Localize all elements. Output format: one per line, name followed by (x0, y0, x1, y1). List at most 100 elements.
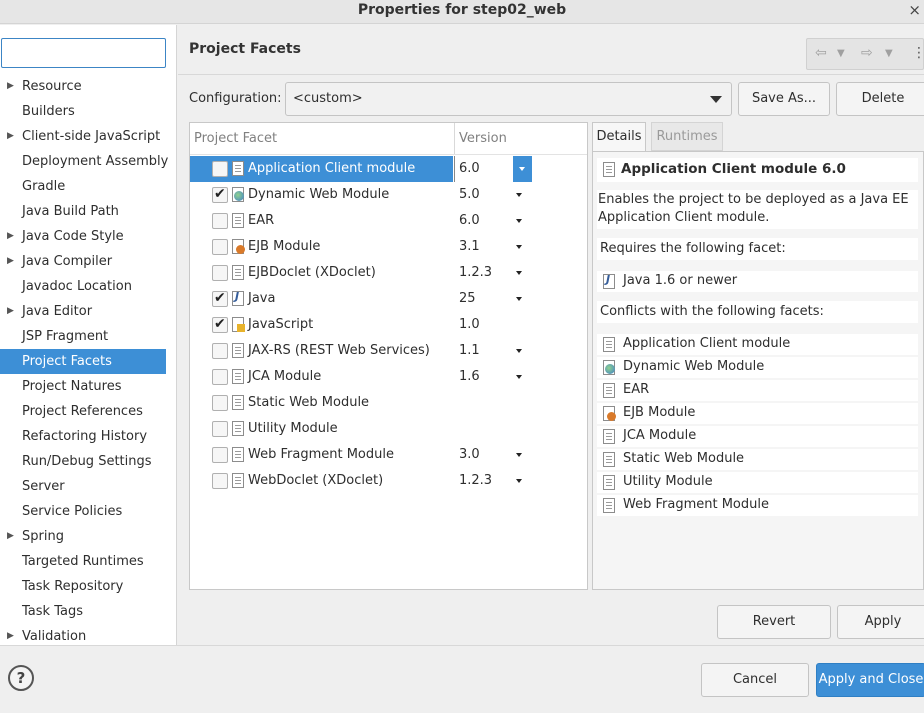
sidebar-item[interactable]: ▶ Client-side JavaScript (0, 124, 166, 149)
facet-checkbox[interactable] (212, 395, 228, 411)
configuration-select[interactable]: <custom> (285, 82, 732, 116)
sidebar-item[interactable]: Deployment Assembly (0, 149, 168, 174)
table-row[interactable]: WebDoclet (XDoclet) 1.2.3 (190, 468, 587, 494)
sidebar-item[interactable]: Task Tags (0, 599, 166, 624)
sidebar-item[interactable]: Run/Debug Settings (0, 449, 166, 474)
table-row[interactable]: EJBDoclet (XDoclet) 1.2.3 (190, 260, 587, 286)
dropdown-arrow-icon[interactable] (516, 271, 522, 275)
facet-version[interactable]: 5.0 (459, 182, 480, 208)
dropdown-arrow-icon[interactable] (516, 349, 522, 353)
apply-button[interactable]: Apply (837, 605, 924, 639)
sidebar-item[interactable]: ▶ Java Code Style (0, 224, 166, 249)
facet-version[interactable]: 1.2.3 (459, 468, 492, 494)
facet-checkbox[interactable] (212, 239, 228, 255)
facet-version: 1.0 (459, 317, 480, 332)
facet-checkbox[interactable] (212, 473, 228, 489)
page-icon (603, 383, 615, 398)
facet-version[interactable]: 3.1 (459, 234, 480, 260)
sidebar-item[interactable]: Project References (0, 399, 166, 424)
sidebar-item[interactable]: Task Repository (0, 574, 166, 599)
dropdown-arrow-icon[interactable] (516, 193, 522, 197)
sidebar-item[interactable]: Refactoring History (0, 424, 166, 449)
chevron-right-icon[interactable]: ▶ (7, 224, 14, 249)
view-menu-icon[interactable]: ⋮ (912, 45, 924, 61)
back-dropdown-icon[interactable]: ▼ (837, 48, 845, 59)
sidebar-item[interactable]: Builders (0, 99, 166, 124)
detail-list-label: Dynamic Web Module (623, 359, 765, 374)
dropdown-arrow-icon[interactable] (516, 453, 522, 457)
dropdown-arrow-icon[interactable] (516, 219, 522, 223)
facet-version[interactable]: 6.0 (459, 208, 480, 234)
sidebar-item[interactable]: Gradle (0, 174, 166, 199)
sidebar-item[interactable]: Project Facets (0, 349, 166, 374)
sidebar-item[interactable]: ▶ Spring (0, 524, 166, 549)
facet-checkbox[interactable] (212, 161, 228, 177)
sidebar-item[interactable]: ▶ Resource (0, 74, 166, 99)
chevron-right-icon[interactable]: ▶ (7, 124, 14, 149)
facet-version[interactable]: 3.0 (459, 442, 480, 468)
facet-checkbox[interactable] (212, 186, 228, 203)
back-arrow-icon[interactable]: ⇦ (815, 45, 827, 61)
table-row[interactable]: EJB Module 3.1 (190, 234, 587, 260)
delete-button[interactable]: Delete (836, 82, 924, 116)
facet-version[interactable]: 1.1 (459, 338, 480, 364)
table-row[interactable]: Java 25 (190, 286, 587, 312)
dropdown-arrow-icon[interactable] (516, 375, 522, 379)
page-icon (603, 498, 615, 513)
table-row[interactable]: JCA Module 1.6 (190, 364, 587, 390)
revert-button[interactable]: Revert (717, 605, 831, 639)
table-row[interactable]: EAR 6.0 (190, 208, 587, 234)
table-row[interactable]: Static Web Module (190, 390, 587, 416)
tab-runtimes[interactable]: Runtimes (651, 122, 723, 151)
table-row[interactable]: Web Fragment Module 3.0 (190, 442, 587, 468)
column-header-facet[interactable]: Project Facet (190, 123, 454, 154)
facet-version[interactable]: 6.0 (459, 156, 480, 182)
details-description-line2: Application Client module. (598, 210, 770, 225)
facet-checkbox[interactable] (212, 265, 228, 281)
table-row[interactable]: JavaScript 1.0 (190, 312, 587, 338)
sidebar-item[interactable]: Project Natures (0, 374, 166, 399)
chevron-right-icon[interactable]: ▶ (7, 74, 14, 99)
facet-checkbox[interactable] (212, 213, 228, 229)
forward-dropdown-icon[interactable]: ▼ (885, 48, 893, 59)
chevron-right-icon[interactable]: ▶ (7, 249, 14, 274)
sidebar-item[interactable]: Targeted Runtimes (0, 549, 166, 574)
facet-version[interactable]: 1.2.3 (459, 260, 492, 286)
facet-checkbox[interactable] (212, 421, 228, 437)
column-header-version[interactable]: Version (455, 123, 587, 154)
save-as-button[interactable]: Save As... (738, 82, 830, 116)
version-dropdown-button[interactable] (513, 156, 532, 182)
dropdown-arrow-icon[interactable] (516, 479, 522, 483)
facet-checkbox[interactable] (212, 369, 228, 385)
sidebar-item[interactable]: Javadoc Location (0, 274, 166, 299)
close-icon[interactable]: × (908, 1, 921, 19)
chevron-right-icon[interactable]: ▶ (7, 299, 14, 324)
sidebar-item[interactable]: Server (0, 474, 166, 499)
tab-details[interactable]: Details (592, 122, 646, 151)
details-pane: Application Client module 6.0 Enables th… (592, 151, 924, 590)
apply-and-close-button[interactable]: Apply and Close (816, 663, 924, 697)
facet-version[interactable]: 25 (459, 286, 476, 312)
facet-checkbox[interactable] (212, 290, 228, 307)
sidebar-item[interactable]: ▶ Java Editor (0, 299, 166, 324)
facet-version[interactable]: 1.6 (459, 364, 480, 390)
forward-arrow-icon[interactable]: ⇨ (861, 45, 873, 61)
cancel-button[interactable]: Cancel (701, 663, 809, 697)
sidebar-item-label: Refactoring History (22, 429, 148, 444)
help-icon[interactable]: ? (8, 665, 34, 691)
dropdown-arrow-icon[interactable] (516, 245, 522, 249)
facet-checkbox[interactable] (212, 447, 228, 463)
table-row[interactable]: Utility Module (190, 416, 587, 442)
filter-input[interactable] (1, 38, 166, 68)
table-row[interactable]: Application Client module 6.0 (190, 156, 587, 182)
table-row[interactable]: Dynamic Web Module 5.0 (190, 182, 587, 208)
sidebar-item[interactable]: ▶ Java Compiler (0, 249, 166, 274)
facet-checkbox[interactable] (212, 316, 228, 333)
chevron-right-icon[interactable]: ▶ (7, 524, 14, 549)
facet-checkbox[interactable] (212, 343, 228, 359)
sidebar-item[interactable]: JSP Fragment (0, 324, 166, 349)
dropdown-arrow-icon[interactable] (516, 297, 522, 301)
sidebar-item[interactable]: Java Build Path (0, 199, 166, 224)
table-row[interactable]: JAX-RS (REST Web Services) 1.1 (190, 338, 587, 364)
sidebar-item[interactable]: Service Policies (0, 499, 166, 524)
